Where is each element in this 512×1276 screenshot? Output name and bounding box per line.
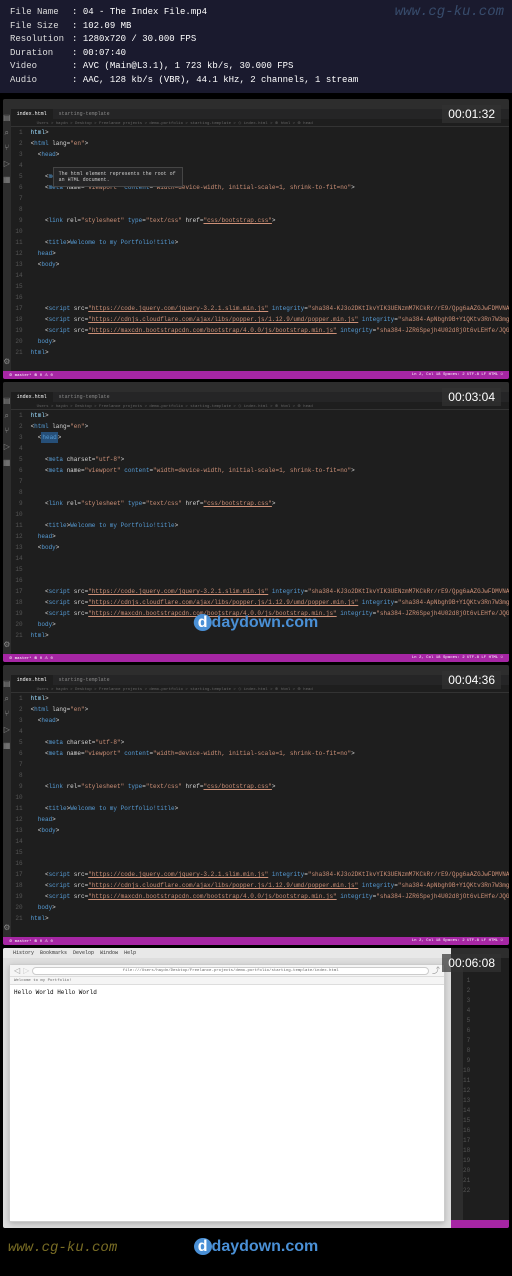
duration-label: Duration	[10, 47, 72, 61]
tab-active[interactable]: index.html	[11, 109, 53, 119]
git-icon[interactable]: ⑂	[4, 710, 9, 719]
video-label: Video	[10, 60, 72, 74]
timecode: 00:03:04	[442, 388, 501, 406]
status-left[interactable]: ⊘ master* ⊗ 0 ⚠ 0	[9, 372, 53, 378]
menu-bookmarks[interactable]: Bookmarks	[40, 950, 67, 956]
audio-label: Audio	[10, 74, 72, 88]
gear-icon[interactable]: ⚙	[3, 923, 10, 937]
file-name-label: File Name	[10, 6, 72, 20]
search-icon[interactable]: ⌕	[5, 129, 9, 138]
menu-window[interactable]: Window	[100, 950, 118, 956]
mac-menubar: History Bookmarks Develop Window Help	[3, 948, 451, 958]
gear-icon[interactable]: ⚙	[3, 640, 10, 654]
frame-1: 00:01:32 ▤ ⌕ ⑂ ▷ ▦ ⚙ index.html starting…	[3, 99, 509, 379]
timecode: 00:04:36	[442, 671, 501, 689]
status-bar: ⊘ master* ⊗ 0 ⚠ 0 Ln 2, Col 18 Spaces: 2…	[3, 371, 509, 379]
extensions-icon[interactable]: ▦	[3, 175, 11, 185]
share-icon[interactable]: ⤴	[432, 965, 440, 976]
duration-value: 00:07:40	[83, 47, 126, 61]
thumbnail-frames: 00:01:32 ▤ ⌕ ⑂ ▷ ▦ ⚙ index.html starting…	[0, 93, 512, 1234]
file-size-label: File Size	[10, 20, 72, 34]
menu-history[interactable]: History	[13, 950, 34, 956]
page-content: Hello World Hello World	[10, 985, 444, 1221]
status-bar: ⊘ master* ⊗ 0 ⚠ 0 Ln 2, Col 18 Spaces: 2…	[3, 654, 509, 662]
activity-bar: ▤ ⌕ ⑂ ▷ ▦ ⚙	[3, 109, 11, 371]
resolution-label: Resolution	[10, 33, 72, 47]
line-gutter: 123456789101112131415161718192021	[11, 127, 27, 371]
tab-inactive[interactable]: starting-template	[53, 677, 116, 683]
browser-toolbar: ◁ ▷ file:///Users/haydn/Desktop/Freelanc…	[10, 965, 444, 977]
search-icon[interactable]: ⌕	[5, 412, 9, 421]
activity-bar: ▤ ⌕ ⑂ ▷ ▦ ⚙	[3, 675, 11, 937]
activity-bar: ▤ ⌕ ⑂ ▷ ▦ ⚙	[3, 392, 11, 654]
breadcrumb[interactable]: Users > haydn > Desktop > Freelance proj…	[11, 119, 509, 127]
tab-bar: index.html starting-template	[11, 392, 509, 402]
search-icon[interactable]: ⌕	[5, 695, 9, 704]
breadcrumb[interactable]: Users > haydn > Desktop > Freelance proj…	[11, 402, 509, 410]
breadcrumb[interactable]: Users > haydn > Desktop > Freelance proj…	[11, 685, 509, 693]
files-icon[interactable]: ▤	[3, 113, 11, 123]
files-icon[interactable]: ▤	[3, 396, 11, 406]
tab-inactive[interactable]: starting-template	[53, 394, 116, 400]
tab-active[interactable]: index.html	[11, 675, 53, 685]
gear-icon[interactable]: ⚙	[3, 357, 10, 371]
debug-icon[interactable]: ▷	[4, 442, 10, 452]
side-activity-bar	[451, 958, 463, 1220]
status-right[interactable]: Ln 2, Col 18 Spaces: 2 UTF-8 LF HTML ☺	[412, 939, 503, 943]
timecode: 00:06:08	[442, 954, 501, 972]
video-value: AVC (Main@L3.1), 1 723 kb/s, 30.000 FPS	[83, 60, 294, 74]
status-right[interactable]: Ln 2, Col 18 Spaces: 2 UTF-8 LF HTML ☺	[412, 373, 503, 377]
line-gutter: 123456789101112131415161718192021	[11, 410, 27, 654]
safari-window: ◁ ▷ file:///Users/haydn/Desktop/Freelanc…	[9, 964, 445, 1222]
vscode-editor: ▤ ⌕ ⑂ ▷ ▦ ⚙ index.html starting-template…	[3, 99, 509, 379]
address-bar[interactable]: file:///Users/haydn/Desktop/Freelance-pr…	[32, 967, 429, 975]
status-left[interactable]: ⊘ master* ⊗ 0 ⚠ 0	[9, 938, 53, 944]
line-gutter: 123456789101112131415161718192021	[11, 693, 27, 937]
side-gutter: 12345678910111213141516171819202122	[463, 958, 476, 1220]
hover-tooltip: The html element represents the root of …	[53, 167, 183, 187]
watermark-top: www.cg-ku.com	[395, 4, 504, 20]
git-icon[interactable]: ⑂	[4, 144, 9, 153]
extensions-icon[interactable]: ▦	[3, 458, 11, 468]
back-icon[interactable]: ◁	[14, 966, 20, 976]
daydown-watermark: ddaydown.com	[194, 614, 318, 632]
side-statusbar	[451, 1220, 509, 1228]
side-editor-pane: 12345678910111213141516171819202122	[451, 948, 509, 1228]
browser-pane: History Bookmarks Develop Window Help ◁ …	[3, 948, 451, 1228]
forward-icon[interactable]: ▷	[23, 966, 29, 976]
git-icon[interactable]: ⑂	[4, 427, 9, 436]
vscode-editor: ▤ ⌕ ⑂ ▷ ▦ ⚙ index.html starting-template…	[3, 665, 509, 945]
titlebar	[3, 382, 509, 392]
titlebar	[3, 99, 509, 109]
titlebar	[3, 665, 509, 675]
extensions-icon[interactable]: ▦	[3, 741, 11, 751]
status-bar: ⊘ master* ⊗ 0 ⚠ 0 Ln 2, Col 18 Spaces: 2…	[3, 937, 509, 945]
timecode: 00:01:32	[442, 105, 501, 123]
bookmark-item[interactable]: Welcome to my Portfolio!	[14, 979, 72, 983]
menu-develop[interactable]: Develop	[73, 950, 94, 956]
debug-icon[interactable]: ▷	[4, 725, 10, 735]
code-area[interactable]: html><html lang="en"> <head> <meta chars…	[27, 127, 509, 371]
status-right[interactable]: Ln 2, Col 18 Spaces: 2 UTF-8 LF HTML ☺	[412, 656, 503, 660]
tab-bar: index.html starting-template	[11, 675, 509, 685]
tab-bar: index.html starting-template	[11, 109, 509, 119]
frame-2: 00:03:04 ▤ ⌕ ⑂ ▷ ▦ ⚙ index.html starting…	[3, 382, 509, 662]
resolution-value: 1280x720 / 30.000 FPS	[83, 33, 196, 47]
debug-icon[interactable]: ▷	[4, 159, 10, 169]
bookmark-bar: Welcome to my Portfolio!	[10, 977, 444, 985]
watermark-bottom: www.cg-ku.com	[8, 1240, 512, 1256]
audio-value: AAC, 128 kb/s (VBR), 44.1 kHz, 2 channel…	[83, 74, 358, 88]
tab-active[interactable]: index.html	[11, 392, 53, 402]
frame-3: 00:04:36 ▤ ⌕ ⑂ ▷ ▦ ⚙ index.html starting…	[3, 665, 509, 945]
menu-help[interactable]: Help	[124, 950, 136, 956]
files-icon[interactable]: ▤	[3, 679, 11, 689]
frame-4: 00:06:08 History Bookmarks Develop Windo…	[3, 948, 509, 1228]
file-name-value: 04 - The Index File.mp4	[83, 6, 207, 20]
status-left[interactable]: ⊘ master* ⊗ 0 ⚠ 0	[9, 655, 53, 661]
file-size-value: 102.09 MB	[83, 20, 132, 34]
tab-inactive[interactable]: starting-template	[53, 111, 116, 117]
code-area[interactable]: html><html lang="en"> <head> <meta chars…	[27, 693, 509, 937]
